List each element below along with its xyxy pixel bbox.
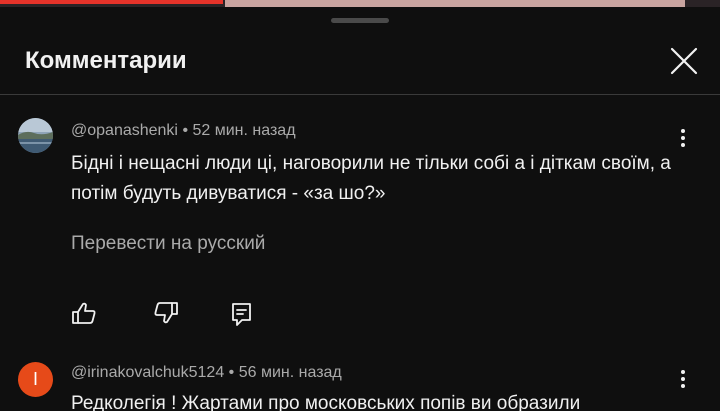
video-thumbnail-edge bbox=[225, 0, 685, 7]
page-title: Комментарии bbox=[25, 47, 187, 74]
comment-more-button[interactable] bbox=[672, 366, 694, 392]
close-icon bbox=[670, 47, 698, 75]
comment-item: I @irinakovalchuk5124 • 56 мин. назад Ре… bbox=[0, 353, 720, 411]
like-button[interactable] bbox=[70, 300, 98, 328]
comments-header: Комментарии bbox=[0, 31, 720, 95]
comment-age: 52 мин. назад bbox=[192, 122, 296, 139]
comment-text: Бідні і нещасні люди ці, наговорили не т… bbox=[71, 153, 671, 204]
close-button[interactable] bbox=[666, 43, 702, 79]
comment-text: Редколегія ! Жартами про московських поп… bbox=[71, 393, 581, 411]
comment-meta: @irinakovalchuk5124 • 56 мин. назад bbox=[71, 364, 342, 382]
meta-separator: • bbox=[228, 364, 235, 381]
comment-meta: @opanashenki • 52 мин. назад bbox=[71, 122, 296, 140]
avatar[interactable] bbox=[18, 118, 53, 153]
drag-handle[interactable] bbox=[331, 18, 389, 23]
thumb-down-icon bbox=[154, 302, 178, 324]
thumb-up-icon bbox=[72, 302, 96, 324]
meta-separator: • bbox=[182, 122, 189, 139]
comment-age: 56 мин. назад bbox=[238, 364, 342, 381]
reply-icon bbox=[232, 303, 251, 326]
translate-link[interactable]: Перевести на русский bbox=[71, 233, 265, 255]
more-vert-icon bbox=[681, 129, 685, 133]
avatar[interactable]: I bbox=[18, 362, 53, 397]
comments-sheet: Комментарии @opanashenki • 52 мин. назад bbox=[0, 7, 720, 411]
comment-more-button[interactable] bbox=[672, 125, 694, 151]
dislike-button[interactable] bbox=[152, 298, 180, 326]
comment-item: @opanashenki • 52 мин. назад Бідні і нещ… bbox=[0, 105, 720, 335]
video-progress-bar[interactable] bbox=[0, 0, 224, 4]
video-preview-strip bbox=[0, 0, 720, 7]
avatar-landscape-image bbox=[18, 118, 53, 153]
comment-author[interactable]: @irinakovalchuk5124 bbox=[71, 364, 224, 381]
reply-button[interactable] bbox=[228, 300, 256, 328]
comment-author[interactable]: @opanashenki bbox=[71, 122, 178, 139]
more-vert-icon bbox=[681, 370, 685, 374]
